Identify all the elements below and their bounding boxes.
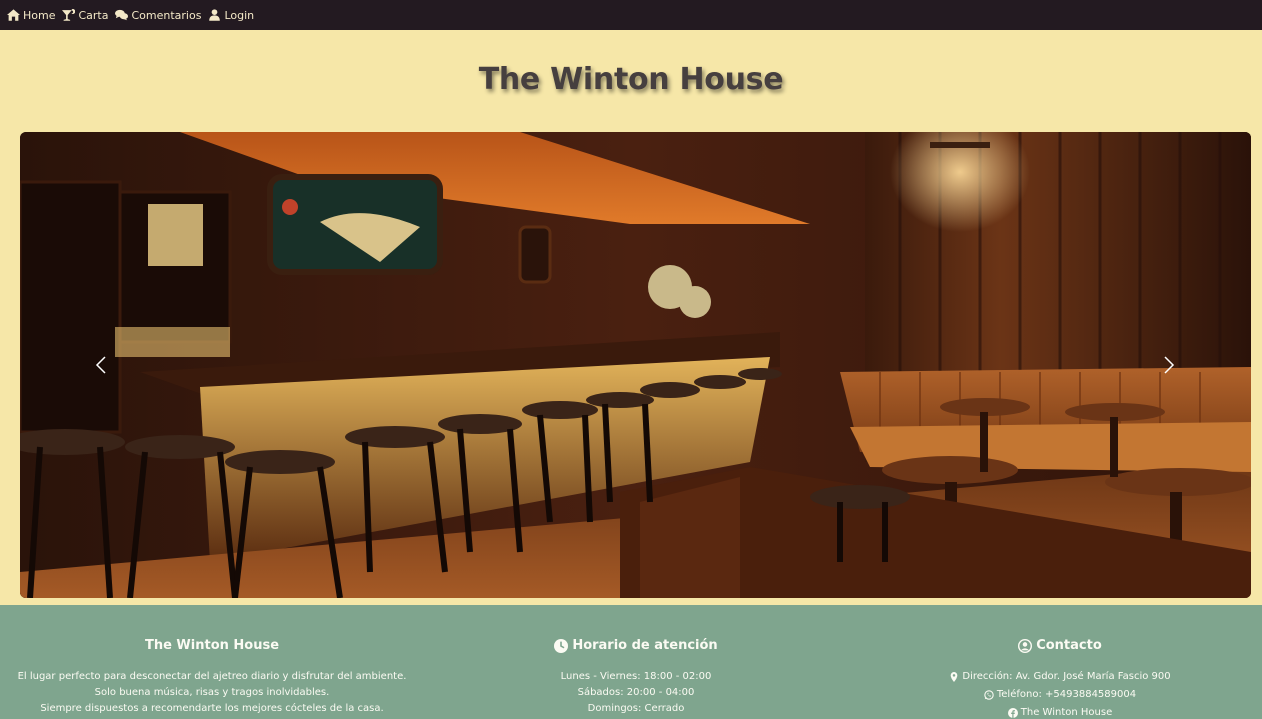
- footer-address-text: Dirección: Av. Gdor. José María Fascio 9…: [962, 671, 1171, 682]
- nav-home-label: Home: [23, 8, 56, 22]
- footer-contact-heading: Contacto: [848, 638, 1262, 653]
- nav-login[interactable]: Login: [208, 9, 254, 22]
- footer-about-line-2: Solo buena música, risas y tragos inolvi…: [94, 687, 330, 698]
- footer-address: Dirección: Av. Gdor. José María Fascio 9…: [848, 671, 1262, 682]
- home-icon: [7, 9, 20, 21]
- nav-comentarios[interactable]: Comentarios: [115, 9, 201, 22]
- footer-phone[interactable]: Teléfono: +5493884589004: [848, 689, 1262, 700]
- whatsapp-icon: [984, 689, 994, 700]
- bar-interior-image: [20, 132, 1251, 598]
- footer: The Winton House El lugar perfecto para …: [0, 605, 1262, 719]
- footer-about-line-1: El lugar perfecto para desconectar del a…: [17, 671, 407, 682]
- nav-carta-label: Carta: [78, 8, 109, 22]
- facebook-icon: [1007, 707, 1018, 718]
- clock-icon: [554, 638, 569, 653]
- footer-facebook-link[interactable]: The Winton House: [848, 707, 1262, 718]
- nav-login-label: Login: [224, 8, 255, 22]
- nav-home[interactable]: Home: [7, 9, 55, 22]
- footer-hours-line-3: Domingos: Cerrado: [587, 703, 685, 714]
- nav-comentarios-label: Comentarios: [131, 8, 202, 22]
- map-marker-icon: [951, 671, 958, 682]
- carousel-prev-button[interactable]: [90, 352, 112, 378]
- footer-about-line-3: Siempre dispuestos a recomendarte los me…: [40, 703, 384, 714]
- image-carousel[interactable]: [20, 132, 1251, 598]
- user-icon: [209, 9, 221, 21]
- footer-hours-line-1: Lunes - Viernes: 18:00 - 02:00: [560, 671, 712, 682]
- chevron-right-icon: [1164, 356, 1175, 374]
- navbar: Home Carta Comentarios Login: [0, 0, 1262, 30]
- page-title: The Winton House: [478, 62, 784, 97]
- footer-hours-line-2: Sábados: 20:00 - 04:00: [577, 687, 695, 698]
- footer-about-title: The Winton House: [144, 638, 280, 653]
- carousel-next-button[interactable]: [1158, 352, 1180, 378]
- footer-phone-text: Teléfono: +5493884589004: [996, 689, 1137, 700]
- footer-hours-heading: Horario de atención: [424, 638, 848, 653]
- nav-carta[interactable]: Carta: [62, 9, 108, 22]
- cocktail-icon: [62, 9, 76, 21]
- footer-hours-title: Horario de atención: [572, 638, 718, 653]
- user-circle-icon: [1018, 638, 1033, 653]
- chevron-left-icon: [95, 356, 106, 374]
- footer-facebook-text: The Winton House: [1020, 707, 1113, 718]
- footer-contact-title: Contacto: [1036, 638, 1102, 653]
- comments-icon: [115, 9, 129, 21]
